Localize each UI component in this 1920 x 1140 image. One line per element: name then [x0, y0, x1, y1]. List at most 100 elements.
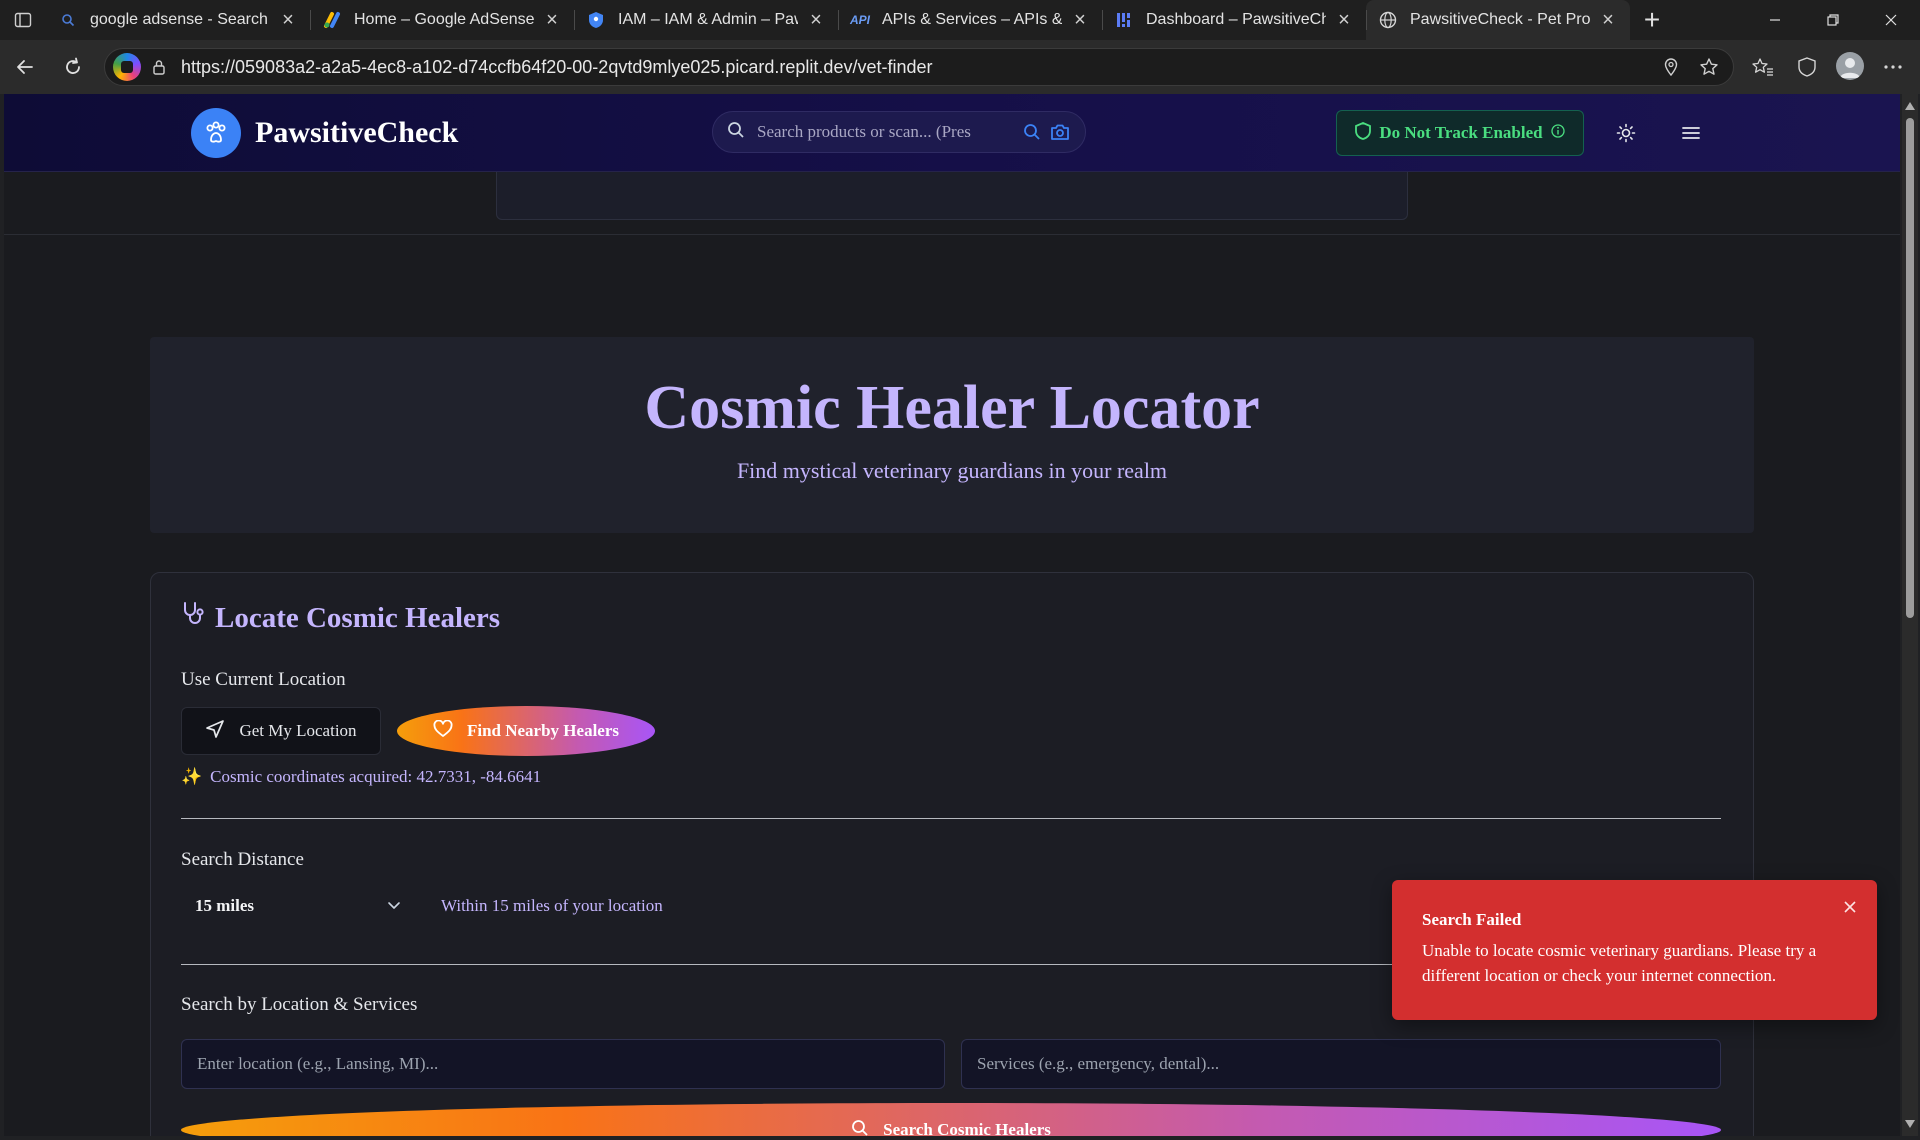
error-toast: Search Failed Unable to locate cosmic ve…	[1392, 880, 1877, 1020]
close-tab-icon[interactable]: ×	[542, 9, 562, 31]
search-cosmic-healers-label: Search Cosmic Healers	[883, 1120, 1051, 1136]
profile-avatar-icon[interactable]	[1836, 52, 1864, 80]
distance-selected-value: 15 miles	[195, 896, 255, 915]
tab-title: APIs & Services – APIs & Ser	[882, 11, 1062, 28]
find-nearby-healers-label: Find Nearby Healers	[466, 721, 620, 740]
tab-title: google adsense - Search	[90, 11, 268, 28]
browser-tab[interactable]: Home – Google AdSense ×	[310, 0, 574, 40]
tab-title: PawsitiveCheck - Pet Produc	[1410, 11, 1590, 28]
restore-icon[interactable]	[1804, 0, 1862, 40]
url-text[interactable]: https://059083a2-a2a5-4ec8-a102-d74ccfb6…	[181, 57, 1659, 78]
coordinates-status: ✨ Cosmic coordinates acquired: 42.7331, …	[181, 767, 541, 787]
browser-essentials-icon[interactable]	[1792, 52, 1822, 82]
tab-actions-icon[interactable]	[0, 0, 46, 40]
get-my-location-label: Get My Location	[239, 721, 357, 740]
browser-tab[interactable]: Dashboard – PawsitiveCheck ×	[1102, 0, 1366, 40]
distance-select[interactable]: 15 miles	[181, 883, 415, 929]
find-nearby-healers-button[interactable]: Find Nearby Healers	[397, 706, 655, 756]
search-submit-icon[interactable]	[1021, 121, 1043, 143]
window-controls	[1746, 0, 1920, 40]
adsense-icon	[322, 10, 342, 30]
page-subtitle: Find mystical veterinary guardians in yo…	[736, 458, 1168, 483]
browser-tab-active[interactable]: PawsitiveCheck - Pet Produc ×	[1366, 0, 1630, 40]
search-cosmic-healers-button[interactable]: Search Cosmic Healers	[181, 1103, 1721, 1136]
close-tab-icon[interactable]: ×	[1334, 9, 1354, 31]
camera-scan-icon[interactable]	[1049, 121, 1071, 143]
header-divider	[4, 234, 1900, 235]
copilot-icon[interactable]	[113, 53, 141, 81]
brand-name: PawsitiveCheck	[255, 116, 459, 149]
api-icon: API	[850, 13, 871, 27]
tab-title: IAM – IAM & Admin – Pawsi	[618, 11, 798, 28]
search-icon	[58, 10, 78, 30]
search-distance-label: Search Distance	[181, 849, 304, 870]
scroll-up-arrow-icon[interactable]	[1905, 102, 1915, 110]
tab-title: Home – Google AdSense	[354, 11, 534, 28]
dashboard-icon	[1114, 10, 1134, 30]
info-icon	[1550, 123, 1565, 143]
section-divider	[181, 818, 1721, 819]
heart-icon	[433, 719, 453, 743]
close-window-icon[interactable]	[1862, 0, 1920, 40]
search-icon	[727, 121, 745, 144]
services-input[interactable]: Services (e.g., emergency, dental)...	[961, 1039, 1721, 1089]
chevron-down-icon	[387, 896, 401, 916]
search-dropdown-panel	[496, 172, 1408, 220]
close-tab-icon[interactable]: ×	[1070, 9, 1090, 31]
globe-icon	[1378, 10, 1398, 30]
get-my-location-button[interactable]: Get My Location	[181, 707, 381, 755]
close-icon[interactable]	[1839, 896, 1861, 918]
scrollbar-thumb[interactable]	[1906, 118, 1914, 618]
card-title: Locate Cosmic Healers	[181, 601, 500, 635]
new-tab-button[interactable]: +	[1630, 0, 1674, 40]
hamburger-menu-icon[interactable]	[1676, 118, 1706, 148]
search-by-location-label: Search by Location & Services	[181, 994, 418, 1015]
location-pin-icon[interactable]	[1659, 55, 1683, 79]
locate-healers-card: Locate Cosmic Healers Use Current Locati…	[150, 572, 1754, 1136]
search-icon	[851, 1119, 869, 1137]
favorites-icon[interactable]	[1748, 52, 1778, 82]
card-title-text: Locate Cosmic Healers	[215, 601, 501, 634]
browser-tab[interactable]: google adsense - Search ×	[46, 0, 310, 40]
site-header: PawsitiveCheck Search products or scan..…	[4, 94, 1900, 172]
close-tab-icon[interactable]: ×	[806, 9, 826, 31]
dnt-label: Do Not Track Enabled	[1379, 123, 1543, 142]
minimize-icon[interactable]	[1746, 0, 1804, 40]
more-options-icon[interactable]	[1878, 52, 1908, 82]
hero-section: Cosmic Healer Locator Find mystical vete…	[150, 337, 1754, 533]
favorite-star-icon[interactable]	[1697, 55, 1721, 79]
page-title: Cosmic Healer Locator	[644, 374, 1260, 442]
sparkle-icon: ✨	[181, 767, 203, 786]
shield-check-icon	[1355, 121, 1372, 145]
back-icon[interactable]	[2, 44, 48, 90]
location-input-placeholder: Enter location (e.g., Lansing, MI)...	[197, 1054, 439, 1073]
distance-hint: Within 15 miles of your location	[441, 896, 663, 915]
close-tab-icon[interactable]: ×	[1598, 9, 1618, 31]
browser-tab[interactable]: API APIs & Services – APIs & Ser ×	[838, 0, 1102, 40]
url-field[interactable]: https://059083a2-a2a5-4ec8-a102-d74ccfb6…	[104, 48, 1734, 86]
reload-icon[interactable]	[50, 44, 96, 90]
address-bar-row: https://059083a2-a2a5-4ec8-a102-d74ccfb6…	[0, 40, 1920, 94]
theme-toggle-sun-icon[interactable]	[1611, 118, 1641, 148]
stethoscope-icon	[181, 601, 205, 635]
current-location-label: Use Current Location	[181, 669, 346, 690]
navigation-arrow-icon	[205, 719, 225, 744]
browser-tab[interactable]: IAM – IAM & Admin – Pawsi ×	[574, 0, 838, 40]
header-search-input[interactable]: Search products or scan... (Pres	[712, 111, 1086, 153]
lock-icon[interactable]	[149, 57, 169, 77]
scroll-down-arrow-icon[interactable]	[1905, 1120, 1915, 1128]
do-not-track-badge[interactable]: Do Not Track Enabled	[1336, 110, 1584, 156]
location-input[interactable]: Enter location (e.g., Lansing, MI)...	[181, 1039, 945, 1089]
brand-logo[interactable]: PawsitiveCheck	[191, 108, 458, 158]
coordinates-text: Cosmic coordinates acquired: 42.7331, -8…	[210, 767, 542, 786]
toast-title: Search Failed	[1422, 910, 1522, 929]
search-placeholder: Search products or scan... (Pres	[757, 122, 971, 141]
close-tab-icon[interactable]: ×	[278, 9, 298, 31]
toast-message: Unable to locate cosmic veterinary guard…	[1422, 941, 1817, 985]
browser-tab-bar: google adsense - Search × Home – Google …	[0, 0, 1920, 40]
shield-icon	[586, 10, 606, 30]
page-scrollbar[interactable]	[1902, 94, 1918, 1136]
tab-title: Dashboard – PawsitiveCheck	[1146, 11, 1326, 28]
services-input-placeholder: Services (e.g., emergency, dental)...	[977, 1054, 1220, 1073]
paw-icon	[191, 108, 241, 158]
